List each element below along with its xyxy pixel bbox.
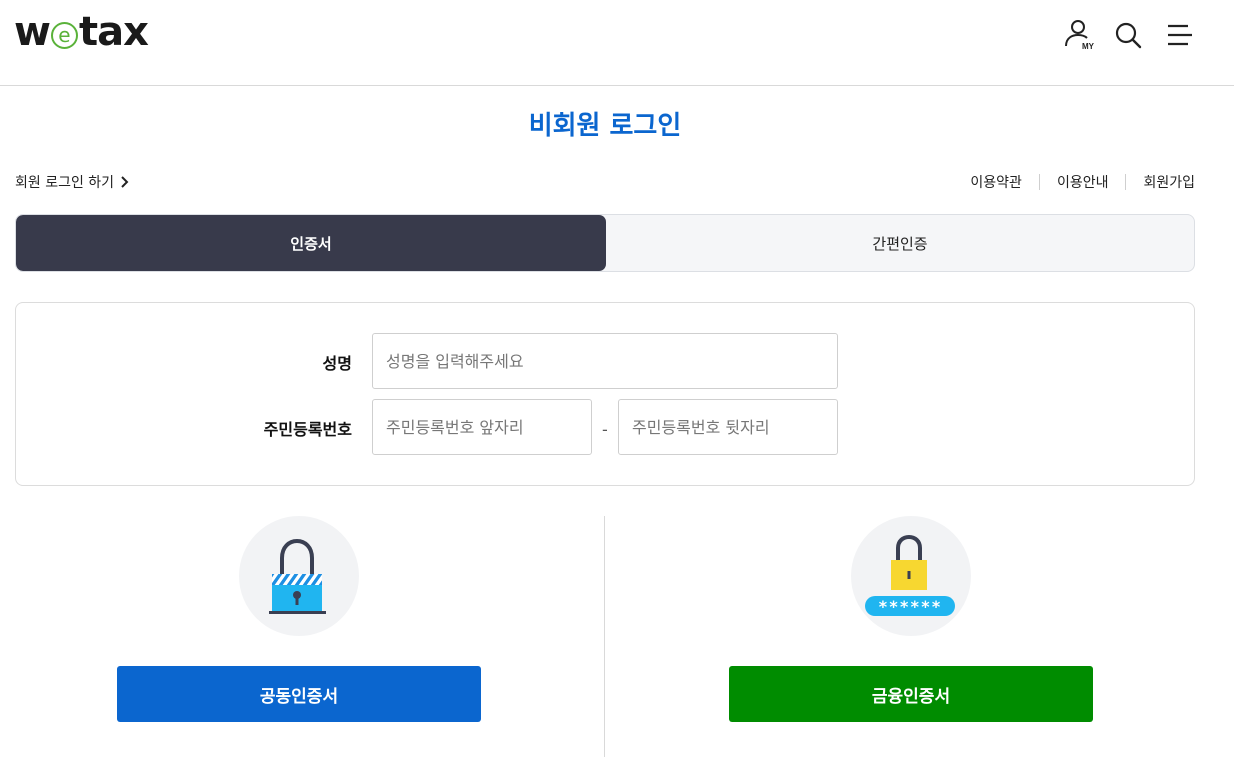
financial-cert-icon-circle: ****** [851,516,971,636]
panel-divider [604,516,605,757]
link-divider [1038,174,1040,190]
tab-certificate[interactable]: 인증서 [16,215,606,271]
name-input[interactable] [372,333,838,389]
tab-simple-auth[interactable]: 간편인증 [606,215,1194,271]
member-login-link[interactable]: 회원 로그인 하기 [15,172,130,192]
wetax-logo[interactable]: w e tax [14,8,149,56]
logo-e-mark: e [50,21,78,49]
user-my-icon[interactable]: MY [1063,18,1097,52]
logo-suffix: tax [78,9,149,55]
joint-certificate-button[interactable]: 공동인증서 [117,666,481,722]
rrn-separator: - [602,420,608,439]
financial-certificate-button[interactable]: 금융인증서 [729,666,1093,722]
my-label: MY [1082,42,1095,51]
logo-prefix: w [14,9,51,55]
member-login-label: 회원 로그인 하기 [15,175,115,191]
joint-cert-icon-circle [239,516,359,636]
terms-link[interactable]: 이용약관 [970,172,1022,192]
link-divider [1125,174,1127,190]
header: w e tax MY [0,0,1234,86]
chevron-right-icon [121,176,129,188]
padlock-icon [269,538,326,614]
auth-tabs: 인증서 간편인증 [15,214,1195,272]
padlock-password-icon: ****** [865,534,955,616]
page: w e tax MY 비회원 로그인 회원 로그인 하기 이용약관 이용안내 회… [0,0,1234,757]
guide-link[interactable]: 이용안내 [1057,172,1109,192]
name-label: 성명 [322,354,352,373]
rrn-label: 주민등록번호 [263,420,352,439]
rrn-back-input[interactable] [618,399,838,455]
signup-link[interactable]: 회원가입 [1143,172,1195,192]
page-title: 비회원 로그인 [528,111,682,141]
password-mask: ****** [878,597,942,616]
identity-form: 성명 주민등록번호 - [15,302,1195,486]
hamburger-menu-icon[interactable] [1162,18,1196,52]
top-links: 이용약관 이용안내 회원가입 [970,172,1195,192]
search-icon[interactable] [1111,18,1145,52]
rrn-front-input[interactable] [372,399,592,455]
